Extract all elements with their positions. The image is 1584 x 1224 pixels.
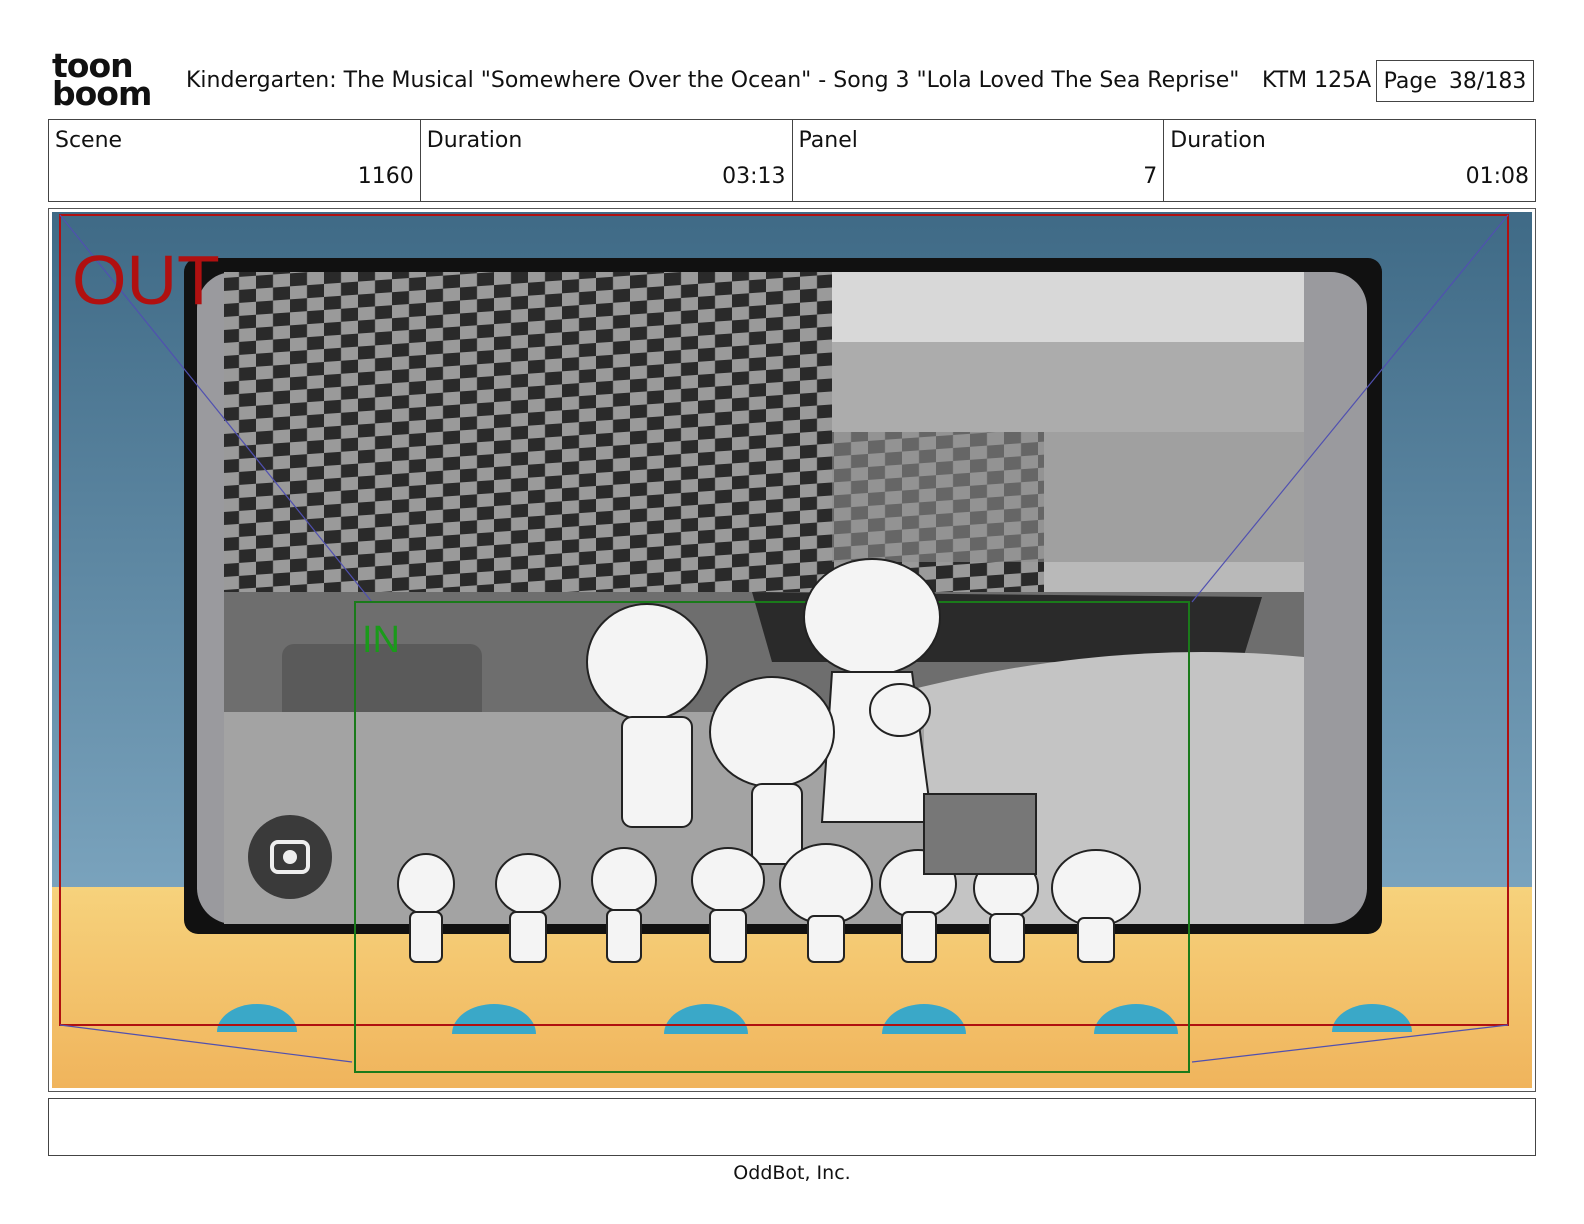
page-value: 38/183 (1448, 68, 1527, 94)
scene-duration-label: Duration (426, 128, 523, 153)
scene-duration-value: 03:13 (722, 164, 786, 189)
boy-head (586, 603, 708, 721)
suitcase (923, 793, 1037, 875)
panel-artwork: OUT IN (52, 212, 1532, 1088)
baby-head (869, 683, 931, 737)
logo-line2: boom (52, 74, 152, 113)
lola-head (803, 558, 941, 676)
panel-duration-value: 01:08 (1465, 164, 1529, 189)
scene-duration-cell: Duration 03:13 (421, 120, 793, 201)
in-label: IN (362, 619, 400, 661)
panel-label: Panel (798, 128, 858, 153)
panel-duration-label: Duration (1170, 128, 1266, 153)
scene-label: Scene (55, 128, 123, 153)
lens-camera-icon (248, 815, 332, 899)
scene-cell: Scene 1160 (49, 120, 421, 201)
storyboard-title: Kindergarten: The Musical "Somewhere Ove… (186, 68, 1240, 93)
out-label: OUT (72, 241, 220, 319)
company-footer: OddBot, Inc. (733, 1162, 851, 1184)
page-label: Page (1383, 68, 1437, 94)
panel-cell: Panel 7 (793, 120, 1165, 201)
toonboom-logo: toon boom (52, 49, 164, 113)
panel-value: 7 (1143, 164, 1158, 189)
scene-value: 1160 (357, 164, 414, 189)
panel-duration-cell: Duration 01:08 (1164, 120, 1535, 201)
girl-head (709, 676, 835, 788)
panel-notes-box (48, 1098, 1536, 1156)
boy-body (621, 716, 693, 828)
scene-info-table: Scene 1160 Duration 03:13 Panel 7 Durati… (48, 119, 1536, 202)
episode-code: KTM 125A (1262, 68, 1372, 93)
page-indicator: Page 38/183 (1376, 60, 1534, 102)
